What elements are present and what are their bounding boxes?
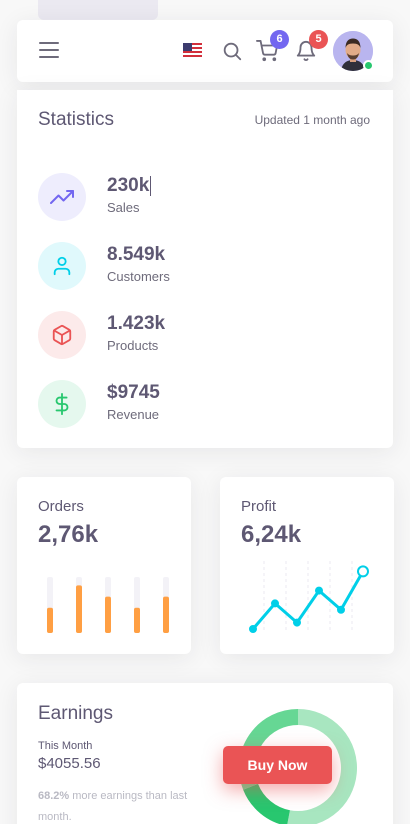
orders-bar-chart (47, 577, 169, 633)
notification-count-badge: 5 (309, 30, 328, 49)
profit-point (249, 625, 257, 633)
profit-point (337, 605, 345, 614)
orders-title: Orders (38, 498, 84, 515)
earnings-card: Earnings This Month $4055.56 68.2% more … (17, 683, 393, 824)
statistics-card: Statistics Updated 1 month ago 230k Sale… (17, 90, 393, 448)
profit-value: 6,24k (241, 521, 302, 548)
stat-value-customers: 8.549k (107, 244, 166, 265)
orders-value: 2,76k (38, 521, 99, 548)
stat-customers: 8.549k Customers (38, 242, 358, 290)
orders-bar (76, 585, 82, 633)
statistics-title: Statistics (38, 109, 115, 130)
cart-count-badge: 6 (270, 30, 289, 49)
stat-label-products: Products (107, 338, 159, 353)
trending-up-icon (38, 173, 86, 221)
stat-value-revenue: $9745 (107, 382, 160, 403)
statistics-updated-text: Updated 1 month ago (254, 113, 370, 127)
online-status-dot (363, 60, 374, 71)
stat-revenue: $9745 Revenue (38, 380, 358, 428)
orders-bar (163, 596, 169, 633)
stat-label-sales: Sales (107, 200, 140, 215)
earnings-period: This Month (38, 740, 93, 752)
us-flag-icon[interactable] (183, 43, 202, 57)
profit-point (315, 586, 323, 595)
box-icon (38, 311, 86, 359)
notifications-button[interactable]: 5 (295, 30, 328, 62)
profit-point (357, 565, 369, 578)
stat-label-revenue: Revenue (107, 407, 160, 422)
earnings-title: Earnings (38, 703, 113, 724)
stat-products: 1.423k Products (38, 311, 358, 359)
top-navbar: 6 5 (17, 20, 393, 82)
stat-value-sales: 230k (107, 175, 152, 196)
stat-sales: 230k Sales (38, 173, 358, 221)
profit-point (271, 599, 279, 608)
stat-label-customers: Customers (107, 269, 170, 284)
earnings-note: 68.2% more earnings than last month. (38, 786, 203, 824)
buy-now-button[interactable]: Buy Now (223, 746, 332, 784)
ghost-button (38, 0, 158, 20)
profit-card: Profit 6,24k (220, 477, 394, 654)
orders-bar (105, 596, 111, 633)
orders-bar (47, 607, 53, 633)
stat-value-products: 1.423k (107, 313, 166, 334)
profit-line-chart (249, 561, 369, 633)
search-icon[interactable] (221, 40, 243, 62)
profit-title: Profit (241, 498, 277, 515)
menu-icon[interactable] (39, 42, 59, 58)
orders-card: Orders 2,76k (17, 477, 191, 654)
earnings-donut-slice (243, 783, 291, 824)
cart-button[interactable]: 6 (256, 30, 289, 62)
user-icon (38, 242, 86, 290)
earnings-percent: 68.2% (38, 790, 70, 802)
earnings-amount: $4055.56 (38, 755, 101, 772)
profit-point (293, 618, 301, 627)
orders-bar (134, 607, 140, 633)
user-avatar-button[interactable] (333, 31, 374, 71)
dollar-icon (38, 380, 86, 428)
